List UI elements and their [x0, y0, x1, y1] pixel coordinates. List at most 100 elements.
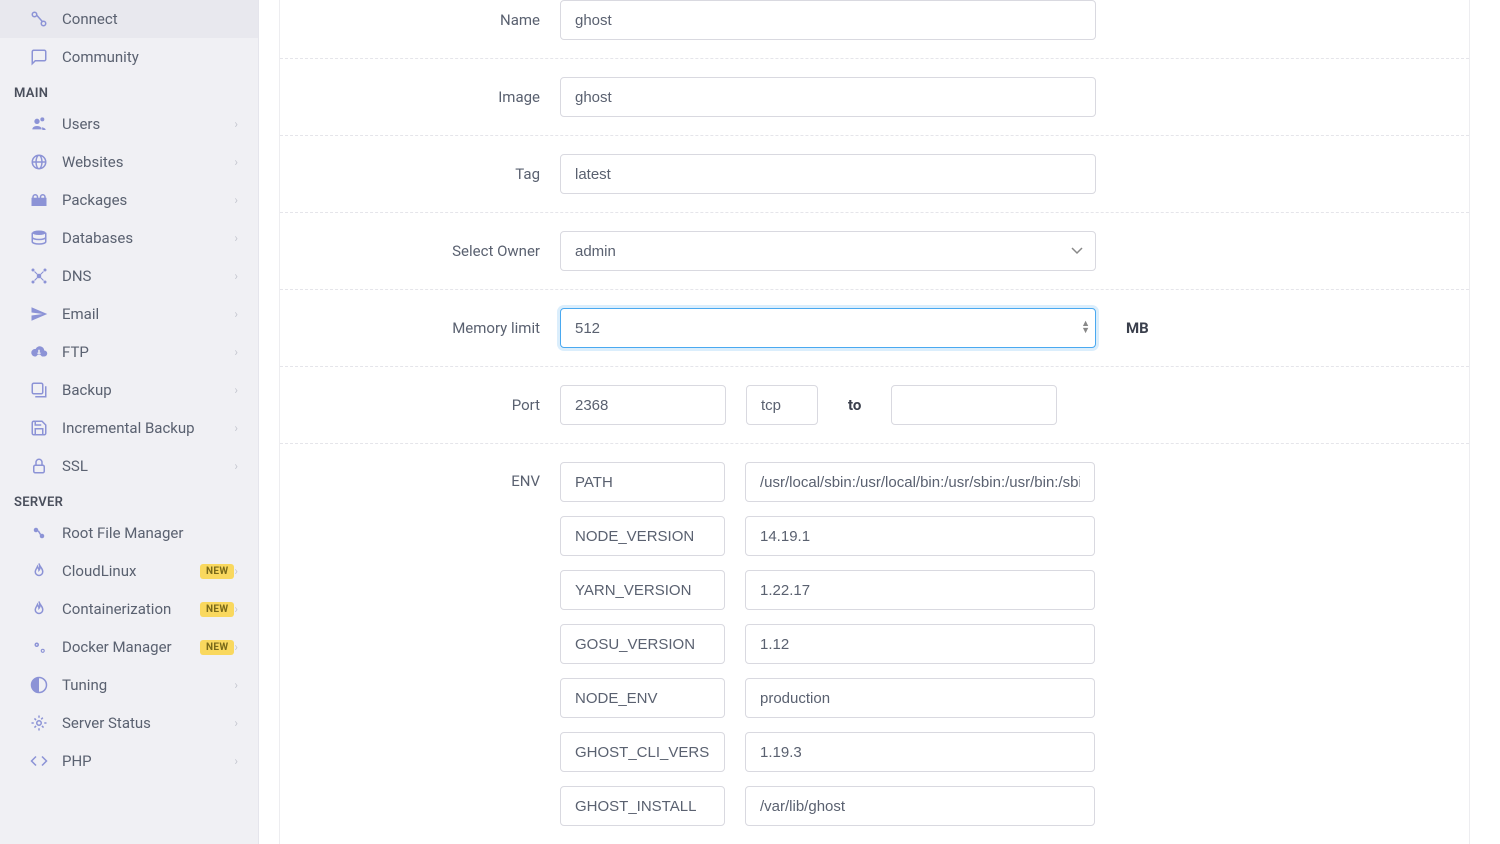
sidebar-label: Community	[62, 48, 238, 66]
sidebar-item-backup[interactable]: Backup ›	[0, 371, 258, 409]
env-val-input[interactable]	[745, 678, 1095, 718]
memory-unit: MB	[1126, 319, 1149, 337]
chevron-right-icon: ›	[234, 117, 238, 131]
sidebar-item-community[interactable]: Community	[0, 38, 258, 76]
sidebar-label: Backup	[62, 381, 234, 399]
sidebar-item-php[interactable]: PHP ›	[0, 742, 258, 780]
env-row	[560, 570, 1095, 610]
new-badge: NEW	[200, 602, 234, 617]
env-val-input[interactable]	[745, 516, 1095, 556]
sidebar-item-dns[interactable]: DNS ›	[0, 257, 258, 295]
gear-double-icon	[28, 638, 50, 656]
chevron-right-icon: ›	[234, 459, 238, 473]
sidebar-label: Incremental Backup	[62, 419, 234, 437]
label-owner: Select Owner	[280, 242, 560, 260]
sidebar-item-users[interactable]: Users ›	[0, 105, 258, 143]
port-to-label: to	[838, 396, 871, 414]
chevron-right-icon: ›	[234, 193, 238, 207]
port-container-input[interactable]	[560, 385, 726, 425]
env-row	[560, 732, 1095, 772]
env-key-input[interactable]	[560, 786, 725, 826]
sidebar-item-tuning[interactable]: Tuning ›	[0, 666, 258, 704]
new-badge: NEW	[200, 640, 234, 655]
sidebar-section-main: MAIN	[0, 76, 258, 105]
chevron-right-icon: ›	[234, 345, 238, 359]
chevron-right-icon: ›	[234, 307, 238, 321]
port-host-input[interactable]	[891, 385, 1057, 425]
env-val-input[interactable]	[745, 786, 1095, 826]
env-val-input[interactable]	[745, 570, 1095, 610]
chevron-right-icon: ›	[234, 564, 238, 578]
contrast-icon	[28, 676, 50, 694]
sidebar-item-docker-manager[interactable]: Docker Manager NEW ›	[0, 628, 258, 666]
sidebar-label: Containerization	[62, 600, 192, 618]
users-icon	[28, 115, 50, 133]
gear-icon	[28, 714, 50, 732]
memory-input[interactable]	[560, 308, 1096, 348]
number-spinner-icon[interactable]: ▲▼	[1081, 321, 1090, 335]
sidebar-label: CloudLinux	[62, 562, 192, 580]
sidebar-item-cloudlinux[interactable]: CloudLinux NEW ›	[0, 552, 258, 590]
save-icon	[28, 419, 50, 437]
chevron-right-icon: ›	[234, 640, 238, 654]
ftp-icon	[28, 343, 50, 361]
container-form: Name Image Tag Select Owner	[279, 0, 1470, 844]
sidebar-item-connect[interactable]: Connect	[0, 0, 258, 38]
env-key-input[interactable]	[560, 570, 725, 610]
chevron-right-icon: ›	[234, 269, 238, 283]
label-tag: Tag	[280, 165, 560, 183]
env-key-input[interactable]	[560, 624, 725, 664]
chevron-right-icon: ›	[234, 716, 238, 730]
label-env: ENV	[280, 462, 560, 490]
sidebar-item-email[interactable]: Email ›	[0, 295, 258, 333]
form-row-name: Name	[280, 0, 1469, 59]
form-row-memory: Memory limit ▲▼ MB	[280, 290, 1469, 367]
env-key-input[interactable]	[560, 516, 725, 556]
name-input[interactable]	[560, 0, 1096, 40]
image-input[interactable]	[560, 77, 1096, 117]
sidebar-label: SSL	[62, 457, 234, 475]
chevron-right-icon: ›	[234, 421, 238, 435]
sidebar-label: Users	[62, 115, 234, 133]
form-row-env: ENV	[280, 444, 1469, 844]
env-key-input[interactable]	[560, 462, 725, 502]
database-icon	[28, 229, 50, 247]
sidebar-item-databases[interactable]: Databases ›	[0, 219, 258, 257]
chevron-right-icon: ›	[234, 231, 238, 245]
sidebar-label: Databases	[62, 229, 234, 247]
sidebar-item-ssl[interactable]: SSL ›	[0, 447, 258, 485]
env-row	[560, 516, 1095, 556]
sidebar-item-websites[interactable]: Websites ›	[0, 143, 258, 181]
sidebar-item-containerization[interactable]: Containerization NEW ›	[0, 590, 258, 628]
sidebar-item-packages[interactable]: Packages ›	[0, 181, 258, 219]
main-content: Name Image Tag Select Owner	[259, 0, 1500, 844]
sidebar-label: Packages	[62, 191, 234, 209]
chevron-right-icon: ›	[234, 383, 238, 397]
sidebar-item-ftp[interactable]: FTP ›	[0, 333, 258, 371]
sidebar-label: Docker Manager	[62, 638, 192, 656]
flame-icon	[28, 562, 50, 580]
env-row	[560, 786, 1095, 826]
env-key-input[interactable]	[560, 732, 725, 772]
sidebar-label: FTP	[62, 343, 234, 361]
env-key-input[interactable]	[560, 678, 725, 718]
email-icon	[28, 305, 50, 323]
lock-icon	[28, 457, 50, 475]
label-name: Name	[280, 11, 560, 29]
env-val-input[interactable]	[745, 732, 1095, 772]
sidebar-label: DNS	[62, 267, 234, 285]
label-port: Port	[280, 396, 560, 414]
chevron-right-icon: ›	[234, 678, 238, 692]
flame-icon	[28, 600, 50, 618]
tag-input[interactable]	[560, 154, 1096, 194]
chevron-right-icon: ›	[234, 155, 238, 169]
sidebar-item-server-status[interactable]: Server Status ›	[0, 704, 258, 742]
dns-icon	[28, 267, 50, 285]
sidebar-item-incremental-backup[interactable]: Incremental Backup ›	[0, 409, 258, 447]
env-val-input[interactable]	[745, 462, 1095, 502]
owner-select[interactable]: admin	[560, 231, 1096, 271]
globe-icon	[28, 153, 50, 171]
env-val-input[interactable]	[745, 624, 1095, 664]
sidebar-item-root-file-manager[interactable]: Root File Manager	[0, 514, 258, 552]
port-protocol-input[interactable]	[746, 385, 818, 425]
